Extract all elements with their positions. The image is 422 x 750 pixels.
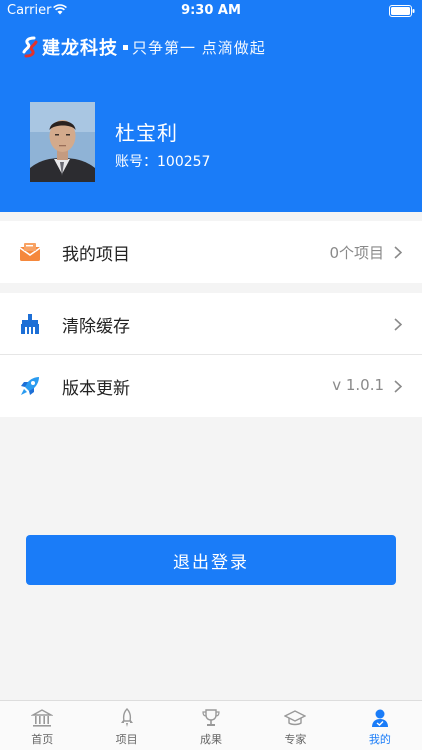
brand-slogan: 只争第一 点滴做起 [132, 38, 266, 57]
menu-item-clear-cache[interactable]: 清除缓存 [0, 293, 422, 355]
profile-header: Carrier 9:30 AM 建龙科技 只争第一 点滴做起 杜宝利 账号：10… [0, 0, 422, 212]
brand-name: 建龙科技 [42, 38, 118, 59]
user-account: 账号：100257 [115, 154, 211, 170]
chevron-right-icon [394, 318, 402, 331]
tab-label-achievements: 成果 [200, 733, 223, 746]
logout-button[interactable]: 退出登录 [26, 535, 396, 585]
brand-banner: 建龙科技 只争第一 点滴做起 [22, 34, 266, 60]
tab-label-projects: 项目 [115, 733, 138, 746]
project-count: 0个项目 [329, 244, 384, 262]
brand-logo-icon [22, 36, 38, 58]
battery-icon [389, 5, 415, 17]
avatar[interactable] [30, 102, 95, 182]
graduation-cap-icon [284, 710, 307, 726]
person-icon [371, 709, 388, 727]
brand-separator [123, 44, 128, 50]
trophy-icon [202, 709, 220, 726]
tab-bar: 首页 项目 成果 专家 我的 [0, 700, 422, 750]
tab-achievements[interactable]: 成果 [169, 701, 253, 750]
menu-item-my-projects[interactable]: 我的项目 0个项目 [0, 221, 422, 283]
menu-item-version-update[interactable]: 版本更新 v 1.0.1 [0, 355, 422, 417]
rocket-icon [21, 377, 39, 395]
menu-label-my-projects: 我的项目 [62, 245, 130, 265]
tab-home[interactable]: 首页 [0, 701, 84, 750]
bank-icon [31, 709, 54, 727]
envelope-icon [19, 243, 41, 261]
tab-label-experts: 专家 [284, 733, 307, 746]
tab-label-home: 首页 [31, 733, 54, 746]
tab-mine[interactable]: 我的 [338, 701, 422, 750]
broom-icon [21, 314, 39, 334]
chevron-right-icon [394, 380, 402, 393]
version-number: v 1.0.1 [332, 376, 384, 394]
status-bar: Carrier 9:30 AM [0, 0, 422, 22]
tab-experts[interactable]: 专家 [253, 701, 337, 750]
status-time: 9:30 AM [181, 3, 241, 18]
rocket-icon [120, 708, 133, 727]
tab-label-mine: 我的 [368, 733, 391, 746]
menu-label-version-update: 版本更新 [62, 379, 130, 399]
menu-label-clear-cache: 清除缓存 [62, 317, 130, 337]
tab-projects[interactable]: 项目 [84, 701, 168, 750]
user-name: 杜宝利 [115, 121, 178, 145]
chevron-right-icon [394, 246, 402, 259]
